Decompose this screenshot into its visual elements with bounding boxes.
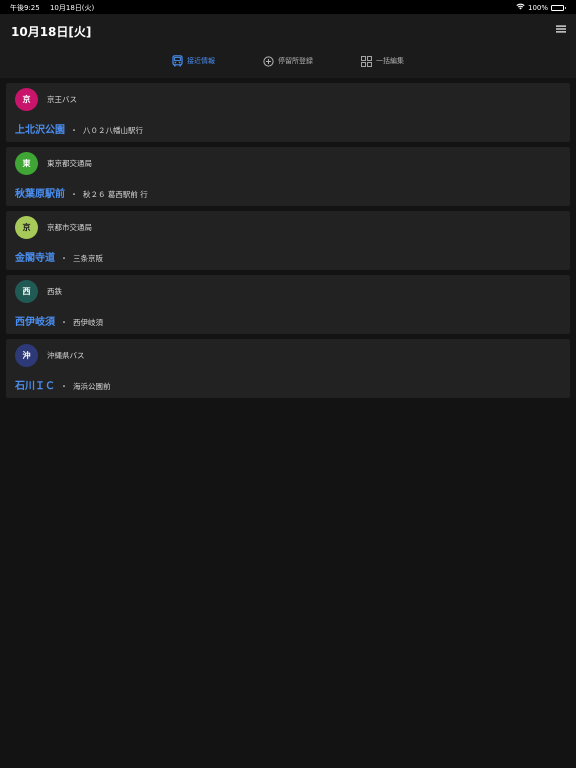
route-destination: 西伊岐須 [73,318,103,327]
nav-bar: 10月18日[火] 接近情報 停留所登録 一括編集 [0,14,576,78]
stop-card[interactable]: 京 京都市交通局 金閣寺道 ・ 三条京阪 [6,211,570,270]
battery-icon [551,4,566,11]
separator-dot: ・ [60,318,68,327]
separator-dot: ・ [70,190,78,199]
route-destination: 八０２八幡山駅行 [83,126,143,135]
status-right: 100% [516,3,566,12]
route-line: 西伊岐須 ・ 西伊岐須 [15,313,103,328]
separator-dot: ・ [60,382,68,391]
tab-label: 停留所登録 [278,57,313,65]
separator-dot: ・ [60,254,68,263]
separator-dot: ・ [70,126,78,135]
battery-percent: 100% [527,3,548,12]
operator-badge: 京 [15,216,38,239]
tab-bar: 接近情報 停留所登録 一括編集 [0,54,576,70]
menu-button[interactable] [556,25,568,35]
status-date: 10月18日(火) [49,4,95,12]
stop-list: 京 京王バス 上北沢公園 ・ 八０２八幡山駅行 東 東京都交通局 秋葉原駅前 ・… [6,83,570,403]
stop-name: 西伊岐須 [15,317,55,328]
page-title: 10月18日[火] [11,25,92,39]
tab-approach-info[interactable]: 接近情報 [172,54,215,68]
stop-card[interactable]: 東 東京都交通局 秋葉原駅前 ・ 秋２６ 葛西駅前 行 [6,147,570,206]
stop-name: 金閣寺道 [15,253,55,264]
route-destination: 三条京阪 [73,254,103,263]
grid-icon [361,55,372,67]
operator-name: 沖縄県バス [47,351,85,360]
route-line: 上北沢公園 ・ 八０２八幡山駅行 [15,121,143,136]
status-time: 午後9:25 [10,4,40,12]
bus-front-icon [172,55,183,67]
status-left: 午後9:25 10月18日(火) [10,3,102,13]
route-destination: 秋２６ 葛西駅前 行 [83,190,148,199]
operator-name: 西鉄 [47,287,62,296]
operator-name: 東京都交通局 [47,159,92,168]
route-line: 秋葉原駅前 ・ 秋２６ 葛西駅前 行 [15,185,148,200]
operator-name: 京都市交通局 [47,223,92,232]
route-destination: 海浜公園前 [73,382,111,391]
operator-badge: 東 [15,152,38,175]
hamburger-icon [556,25,566,33]
status-bar: 午後9:25 10月18日(火) 100% [0,0,576,14]
tab-bulk-edit[interactable]: 一括編集 [361,54,404,68]
route-line: 石川ＩＣ ・ 海浜公園前 [15,377,111,392]
stop-name: 秋葉原駅前 [15,189,65,200]
stop-name: 石川ＩＣ [15,381,55,392]
stop-card[interactable]: 京 京王バス 上北沢公園 ・ 八０２八幡山駅行 [6,83,570,142]
stop-card[interactable]: 沖 沖縄県バス 石川ＩＣ ・ 海浜公園前 [6,339,570,398]
wifi-icon [516,3,525,12]
tab-label: 接近情報 [187,57,215,65]
route-line: 金閣寺道 ・ 三条京阪 [15,249,103,264]
operator-badge: 京 [15,88,38,111]
tab-label: 一括編集 [376,57,404,65]
tab-register-stop[interactable]: 停留所登録 [263,54,313,68]
operator-name: 京王バス [47,95,77,104]
plus-circle-icon [263,55,274,67]
stop-card[interactable]: 西 西鉄 西伊岐須 ・ 西伊岐須 [6,275,570,334]
operator-badge: 沖 [15,344,38,367]
stop-name: 上北沢公園 [15,125,65,136]
operator-badge: 西 [15,280,38,303]
